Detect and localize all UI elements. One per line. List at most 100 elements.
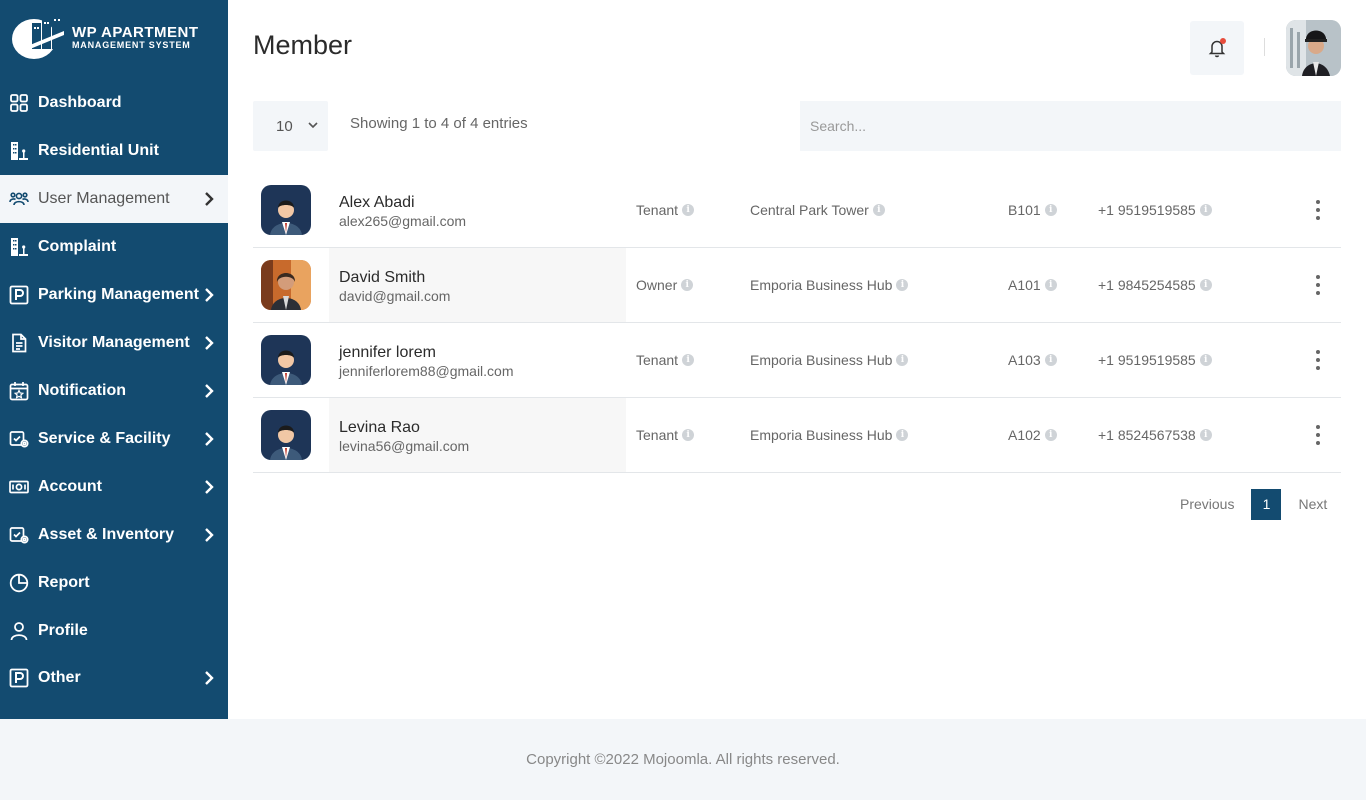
member-building: Emporia Business Hub xyxy=(750,277,893,293)
search-input[interactable] xyxy=(800,101,1341,151)
brand-subtitle: MANAGEMENT SYSTEM xyxy=(72,40,191,51)
next-page-button[interactable]: Next xyxy=(1284,488,1341,520)
parking-icon xyxy=(8,284,30,306)
brand-title: WP APARTMENT xyxy=(72,23,199,41)
page-title: Member xyxy=(253,30,353,60)
sidebar-item-service-facility[interactable]: Service & Facility xyxy=(0,415,228,463)
building-cell: Emporia Business Hub i xyxy=(750,277,909,293)
logo-icon xyxy=(12,15,68,61)
avatar xyxy=(261,335,311,385)
more-actions-icon[interactable] xyxy=(1308,197,1328,223)
calendar-star-icon xyxy=(8,380,30,402)
building-cell: Emporia Business Hub i xyxy=(750,352,909,368)
table-row: jennifer lorem jenniferlorem88@gmail.com… xyxy=(253,323,1341,398)
logo[interactable]: WP APARTMENT MANAGEMENT SYSTEM xyxy=(0,0,228,76)
info-icon[interactable]: i xyxy=(1044,204,1057,216)
sidebar-item-report[interactable]: Report xyxy=(0,559,228,607)
previous-page-button[interactable]: Previous xyxy=(1166,488,1248,520)
entries-info: Showing 1 to 4 of 4 entries xyxy=(350,115,528,132)
sidebar-item-notification[interactable]: Notification xyxy=(0,367,228,415)
table-row: Levina Rao levina56@gmail.com Tenant i Em… xyxy=(253,398,1341,473)
sidebar-item-visitor-management[interactable]: Visitor Management xyxy=(0,319,228,367)
unit-cell: A103 i xyxy=(1008,352,1057,368)
sidebar-item-label: Parking Management xyxy=(38,286,199,303)
info-icon[interactable]: i xyxy=(682,429,695,441)
page-1-button[interactable]: 1 xyxy=(1251,488,1282,520)
member-phone: +1 9845254585 xyxy=(1098,277,1196,293)
chevron-right-icon xyxy=(205,528,214,542)
sidebar-item-profile[interactable]: Profile xyxy=(0,607,228,654)
chevron-down-icon xyxy=(308,122,318,129)
info-icon[interactable]: i xyxy=(872,204,885,216)
table-row: David Smith david@gmail.com Owner i Empor… xyxy=(253,248,1341,323)
member-role: Tenant xyxy=(636,352,679,368)
member-phone: +1 9519519585 xyxy=(1098,202,1196,218)
member-email: david@gmail.com xyxy=(339,288,451,304)
member-building: Central Park Tower xyxy=(750,202,869,218)
member-name[interactable]: Alex Abadi xyxy=(339,194,415,212)
notification-button[interactable] xyxy=(1190,21,1244,75)
building-cell: Central Park Tower i xyxy=(750,202,885,218)
more-actions-icon[interactable] xyxy=(1308,347,1328,373)
member-name[interactable]: Levina Rao xyxy=(339,419,420,437)
pie-chart-icon xyxy=(8,572,30,594)
sidebar-item-label: Other xyxy=(38,669,81,686)
info-icon[interactable]: i xyxy=(682,354,695,366)
member-unit: B101 xyxy=(1008,202,1041,218)
page-length-select[interactable]: 10 xyxy=(253,101,328,151)
chevron-right-icon xyxy=(205,336,214,350)
member-email: levina56@gmail.com xyxy=(339,438,470,454)
avatar xyxy=(261,185,311,235)
building-cell: Emporia Business Hub i xyxy=(750,427,909,443)
info-icon[interactable]: i xyxy=(681,279,694,291)
info-icon[interactable]: i xyxy=(896,279,909,291)
chevron-right-icon xyxy=(205,288,214,302)
sidebar-item-other[interactable]: Other xyxy=(0,654,228,702)
info-icon[interactable]: i xyxy=(1044,279,1057,291)
sidebar-nav: Dashboard Residential Unit User Manageme… xyxy=(0,79,228,702)
sidebar-item-label: Notification xyxy=(38,382,126,399)
sidebar-item-label: Account xyxy=(38,478,102,495)
money-icon xyxy=(8,476,30,498)
sidebar-item-asset-inventory[interactable]: Asset & Inventory xyxy=(0,511,228,559)
table-row: Alex Abadi alex265@gmail.com Tenant i Cen… xyxy=(253,173,1341,248)
copyright-text: Copyright ©2022 Mojoomla. All rights res… xyxy=(526,751,840,768)
info-icon[interactable]: i xyxy=(1199,354,1212,366)
more-actions-icon[interactable] xyxy=(1308,272,1328,298)
sidebar-item-label: Asset & Inventory xyxy=(38,526,175,543)
sidebar-item-complaint[interactable]: Complaint xyxy=(0,223,228,271)
unit-cell: B101 i xyxy=(1008,202,1057,218)
sidebar-item-label: Profile xyxy=(38,621,88,639)
phone-cell: +1 8524567538 i xyxy=(1098,427,1212,443)
member-building: Emporia Business Hub xyxy=(750,352,893,368)
header-divider xyxy=(1264,38,1265,56)
info-icon[interactable]: i xyxy=(1199,204,1212,216)
sidebar-item-residential-unit[interactable]: Residential Unit xyxy=(0,127,228,175)
member-name[interactable]: David Smith xyxy=(339,269,425,287)
member-table: Alex Abadi alex265@gmail.com Tenant i Cen… xyxy=(253,173,1341,473)
sidebar-item-parking-management[interactable]: Parking Management xyxy=(0,271,228,319)
info-icon[interactable]: i xyxy=(896,429,909,441)
sidebar-item-account[interactable]: Account xyxy=(0,463,228,511)
service-icon xyxy=(8,524,30,546)
member-building: Emporia Business Hub xyxy=(750,427,893,443)
page-length-value: 10 xyxy=(276,117,293,135)
more-actions-icon[interactable] xyxy=(1308,422,1328,448)
sidebar-item-user-management[interactable]: User Management xyxy=(0,175,228,223)
phone-cell: +1 9519519585 i xyxy=(1098,202,1212,218)
info-icon[interactable]: i xyxy=(1199,279,1212,291)
info-icon[interactable]: i xyxy=(896,354,909,366)
member-name[interactable]: jennifer lorem xyxy=(339,344,436,362)
info-icon[interactable]: i xyxy=(1199,429,1212,441)
info-icon[interactable]: i xyxy=(1044,429,1057,441)
role-cell: Tenant i xyxy=(636,427,695,443)
notification-dot xyxy=(1220,38,1226,44)
avatar xyxy=(261,260,311,310)
user-avatar[interactable] xyxy=(1286,20,1341,76)
users-icon xyxy=(8,188,30,210)
sidebar-item-dashboard[interactable]: Dashboard xyxy=(0,79,228,127)
sidebar: WP APARTMENT MANAGEMENT SYSTEM Dashboard… xyxy=(0,0,228,719)
info-icon[interactable]: i xyxy=(1044,354,1057,366)
phone-cell: +1 9845254585 i xyxy=(1098,277,1212,293)
info-icon[interactable]: i xyxy=(682,204,695,216)
